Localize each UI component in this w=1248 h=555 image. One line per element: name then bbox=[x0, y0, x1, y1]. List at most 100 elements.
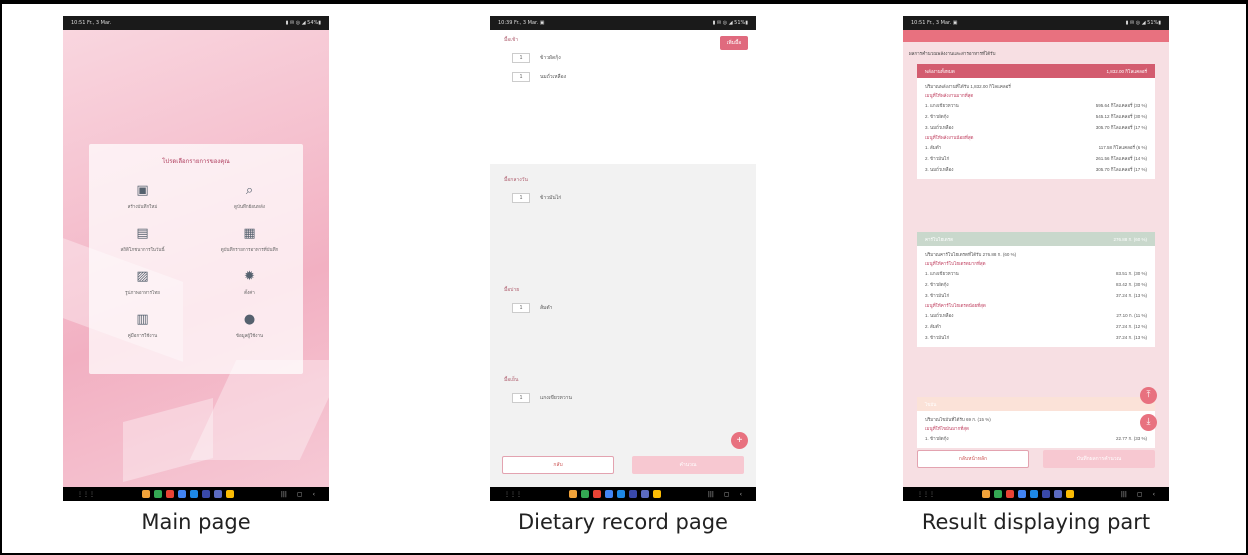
result-line: 3. นมถั่วเหลือง 305.70 กิโลแคลอรี่ (17 %) bbox=[917, 164, 1155, 175]
app-icon[interactable] bbox=[225, 490, 234, 498]
main-page-screen: 10:51 Fr., 3 Mar. ▮ ✉ ◎ ◢ 54%▮ โปรดเลือก… bbox=[63, 16, 329, 501]
home-icon[interactable]: ▢ bbox=[297, 491, 303, 498]
app-icon[interactable] bbox=[580, 490, 589, 498]
result-line: 3. นมถั่วเหลือง 305.70 กิโลแคลอรี่ (17 %) bbox=[917, 122, 1155, 133]
app-icon[interactable] bbox=[592, 490, 601, 498]
bg-shape bbox=[123, 397, 213, 483]
menu-item-0[interactable]: ▣ สร้างบันทึกใหม่ bbox=[89, 184, 196, 210]
card-header: คาร์โบไฮเดรต 276.88 ก. (60 %) bbox=[917, 232, 1155, 246]
back-home-button[interactable]: กลับหน้าหลัก bbox=[917, 450, 1029, 468]
app-icon[interactable] bbox=[189, 490, 198, 498]
menu-value: 595.64 กิโลแคลอรี่ (33 %) bbox=[1095, 103, 1147, 108]
menu-item-6[interactable]: ▥ คู่มือการใช้งาน bbox=[89, 313, 196, 339]
menu-name: 1. ส้มตำ bbox=[925, 145, 942, 150]
back-button[interactable]: กลับ bbox=[502, 456, 614, 474]
subheading: เมนูที่ให้คาร์โบไฮเดรตน้อยที่สุด bbox=[925, 303, 986, 308]
meal-label: มื้อกลางวัน bbox=[504, 177, 528, 183]
subheading: เมนูที่ให้พลังงานน้อยที่สุด bbox=[925, 135, 974, 140]
caption-result-part: Result displaying part bbox=[921, 510, 1151, 534]
app-icon[interactable] bbox=[153, 490, 162, 498]
menu-item-7[interactable]: ● ข้อมูลผู้ใช้งาน bbox=[196, 313, 303, 339]
meal-label: มื้อเย็น bbox=[504, 377, 519, 383]
app-icon[interactable] bbox=[213, 490, 222, 498]
recents-icon[interactable]: ||| bbox=[708, 491, 714, 498]
app-icon[interactable] bbox=[1053, 490, 1062, 498]
back-icon[interactable]: ‹ bbox=[313, 491, 315, 498]
food-name: นมถั่วเหลือง bbox=[540, 74, 567, 80]
save-result-button[interactable]: บันทึกผลการคำนวณ bbox=[1043, 450, 1155, 468]
app-icon[interactable] bbox=[1065, 490, 1074, 498]
caption-main-page: Main page bbox=[141, 510, 251, 534]
apps-grid-icon[interactable]: ⋮⋮⋮ bbox=[504, 491, 522, 498]
app-icon[interactable] bbox=[1041, 490, 1050, 498]
menu-item-3[interactable]: ▦ ดูบันทึกรายการอาหารที่บันทึก bbox=[196, 227, 303, 253]
quantity-field[interactable]: 1 bbox=[512, 53, 530, 63]
food-row[interactable]: 1 นมถั่วเหลือง bbox=[512, 72, 756, 82]
quantity-field[interactable]: 1 bbox=[512, 393, 530, 403]
app-icon[interactable] bbox=[604, 490, 613, 498]
menu-item-label: ดูบันทึกรายการอาหารที่บันทึก bbox=[220, 247, 279, 252]
food-row[interactable]: 1 ส้มตำ bbox=[512, 303, 756, 313]
nav-controls: ||| ▢ ‹ bbox=[281, 491, 315, 498]
app-icon[interactable] bbox=[652, 490, 661, 498]
android-nav-bar: ⋮⋮⋮ ||| ▢ ‹ bbox=[63, 487, 329, 501]
nav-controls: ||| ▢ ‹ bbox=[1121, 491, 1155, 498]
app-icon[interactable] bbox=[981, 490, 990, 498]
scroll-top-fab[interactable]: ⤒ bbox=[1140, 387, 1157, 404]
menu-name: 3. ข้าวมันไก่ bbox=[925, 293, 950, 298]
status-bar: 10:51 Fr., 3 Mar. ▮ ✉ ◎ ◢ 54%▮ bbox=[63, 16, 329, 30]
calculate-button[interactable]: คำนวณ bbox=[632, 456, 744, 474]
menu-item-1[interactable]: ⌕ ดูบันทึกย้อนหลัง bbox=[196, 184, 303, 210]
home-icon[interactable]: ▢ bbox=[724, 491, 730, 498]
menu-item-5[interactable]: ✹ ตั้งค่า bbox=[196, 270, 303, 296]
status-icons: ▮ ✉ ◎ ◢ 51%▮ bbox=[712, 20, 748, 26]
back-icon[interactable]: ‹ bbox=[740, 491, 742, 498]
menu-name: 3. นมถั่วเหลือง bbox=[925, 167, 954, 172]
food-row[interactable]: 1 แกงเขียวหวาน bbox=[512, 393, 756, 403]
add-food-fab[interactable]: + bbox=[731, 432, 748, 449]
apps-grid-icon[interactable]: ⋮⋮⋮ bbox=[77, 491, 95, 498]
menu-item-2[interactable]: ▤ สถิติโภชนาการในวันนี้ bbox=[89, 227, 196, 253]
quantity-field[interactable]: 1 bbox=[512, 72, 530, 82]
food-row[interactable]: 1 ข้าวมันไก่ bbox=[512, 193, 756, 203]
app-icon[interactable] bbox=[1029, 490, 1038, 498]
menu-title: โปรดเลือกรายการของคุณ bbox=[162, 159, 230, 165]
menu-item-label: ตั้งค่า bbox=[244, 290, 255, 295]
card-title: ไขมัน bbox=[925, 401, 937, 407]
app-icon[interactable] bbox=[201, 490, 210, 498]
menu-value: 305.70 กิโลแคลอรี่ (17 %) bbox=[1095, 167, 1147, 172]
app-icon[interactable] bbox=[141, 490, 150, 498]
app-icon[interactable] bbox=[1017, 490, 1026, 498]
recents-icon[interactable]: ||| bbox=[281, 491, 287, 498]
meal-label: มื้อเช้า bbox=[504, 37, 519, 43]
menu-name: 2. ข้าวผัดกุ้ง bbox=[925, 114, 949, 119]
app-icon[interactable] bbox=[177, 490, 186, 498]
result-content: ผลการคำนวณพลังงานและสารอาหารที่ได้รับ พล… bbox=[903, 42, 1169, 487]
app-icon[interactable] bbox=[993, 490, 1002, 498]
apps-grid-icon[interactable]: ⋮⋮⋮ bbox=[917, 491, 935, 498]
app-icon[interactable] bbox=[165, 490, 174, 498]
menu-item-4[interactable]: ▨ รูปภาพอาหารไทย bbox=[89, 270, 196, 296]
menu-value: 305.70 กิโลแคลอรี่ (17 %) bbox=[1095, 125, 1147, 130]
quantity-field[interactable]: 1 bbox=[512, 303, 530, 313]
food-name: ส้มตำ bbox=[540, 305, 553, 311]
scroll-down-fab[interactable]: ⤓ bbox=[1140, 414, 1157, 431]
app-dock bbox=[141, 490, 234, 498]
home-icon[interactable]: ▢ bbox=[1137, 491, 1143, 498]
app-icon[interactable] bbox=[568, 490, 577, 498]
menu-item-label: สร้างบันทึกใหม่ bbox=[127, 204, 158, 209]
card-value: 1,832.00 กิโลแคลอรี่ bbox=[1106, 68, 1147, 74]
menu-name: 2. ส้มตำ bbox=[925, 324, 942, 329]
back-icon[interactable]: ‹ bbox=[1153, 491, 1155, 498]
status-time: 10:51 Fr., 3 Mar. bbox=[71, 20, 112, 26]
app-icon[interactable] bbox=[616, 490, 625, 498]
meal-section: มื้อเย็น 1 แกงเขียวหวาน bbox=[490, 376, 756, 403]
menu-name: 2. ข้าวผัดกุ้ง bbox=[925, 282, 949, 287]
food-row[interactable]: 1 ข้าวผัดกุ้ง bbox=[512, 53, 756, 63]
app-icon[interactable] bbox=[640, 490, 649, 498]
recents-icon[interactable]: ||| bbox=[1121, 491, 1127, 498]
quantity-field[interactable]: 1 bbox=[512, 193, 530, 203]
add-meal-button[interactable]: เพิ่มมื้อ bbox=[720, 36, 748, 50]
app-icon[interactable] bbox=[1005, 490, 1014, 498]
app-icon[interactable] bbox=[628, 490, 637, 498]
